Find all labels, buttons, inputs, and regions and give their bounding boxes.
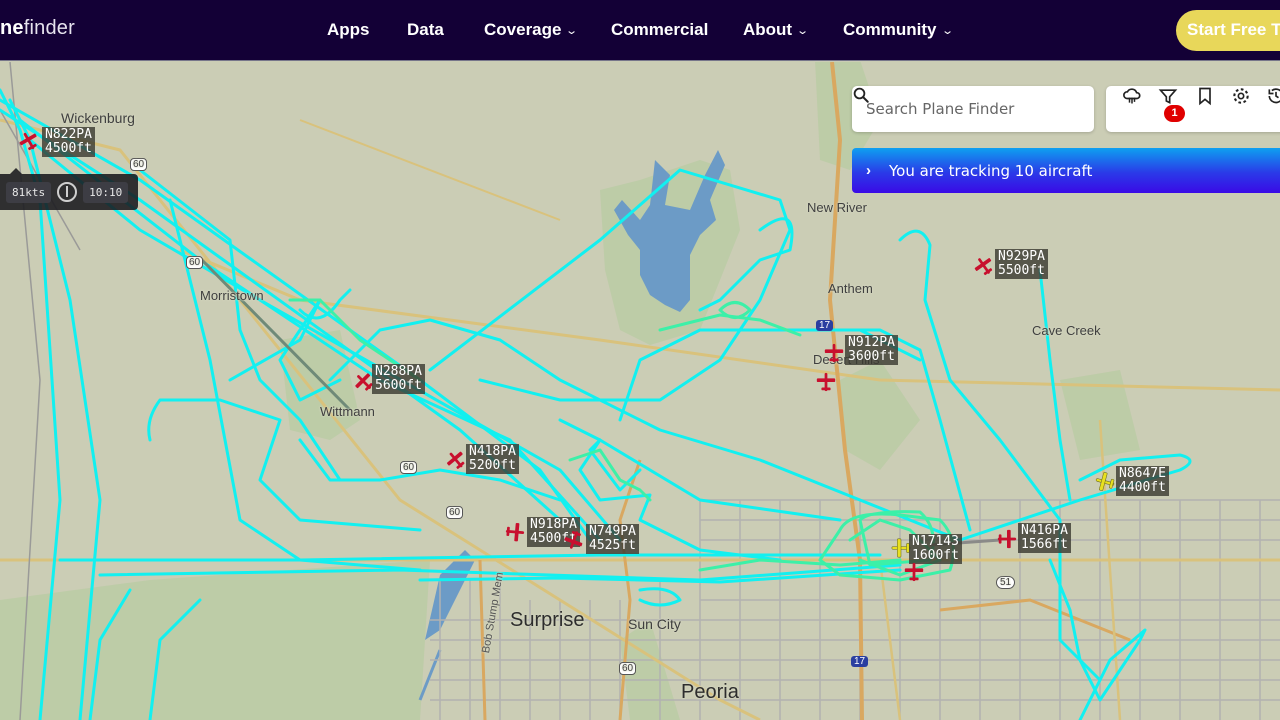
road-shield-60: 60 — [186, 256, 204, 269]
place-new-river: New River — [807, 200, 867, 215]
callsign: N929PA — [998, 249, 1045, 264]
aircraft-icon[interactable] — [973, 255, 995, 277]
altitude: 4500ft — [45, 141, 92, 156]
nav-label: Apps — [327, 20, 370, 39]
filter-count-badge: 1 — [1164, 105, 1185, 122]
aircraft-icon[interactable] — [815, 371, 837, 393]
road-shield-60: 60 — [130, 158, 148, 171]
aircraft-label-n416pa[interactable]: N416PA 1566ft — [1018, 523, 1071, 553]
altitude: 4525ft — [589, 538, 636, 553]
weather-icon[interactable] — [1122, 86, 1142, 106]
search-icon[interactable] — [852, 86, 870, 104]
interstate-shield-17: 17 — [851, 656, 869, 667]
aircraft-label-n8647e[interactable]: N8647E 4400ft — [1116, 466, 1169, 496]
aircraft-icon[interactable] — [1094, 471, 1116, 493]
speed-value: 81kts — [6, 181, 52, 203]
aircraft-label-n418pa[interactable]: N418PA 5200ft — [466, 444, 519, 474]
altitude: 3600ft — [848, 349, 895, 364]
aircraft-icon[interactable] — [504, 521, 526, 543]
logo-bold: ne — [0, 17, 24, 39]
altitude: 1566ft — [1021, 537, 1068, 552]
nav-label: Community — [843, 20, 937, 39]
clock-icon — [57, 182, 78, 202]
history-icon[interactable] — [1266, 86, 1280, 106]
nav-about[interactable]: About ⌄ — [743, 20, 810, 40]
aircraft-label-n288pa[interactable]: N288PA 5600ft — [372, 364, 425, 394]
nav-label: Commercial — [611, 20, 709, 39]
place-wittmann: Wittmann — [320, 404, 375, 419]
chevron-right-icon: › — [866, 162, 871, 179]
logo-rest: finder — [23, 17, 75, 39]
tracking-banner[interactable]: › You are tracking 10 aircraft — [852, 148, 1280, 193]
planefinder-logo[interactable]: nefinder — [0, 17, 75, 40]
tracking-text: You are tracking 10 aircraft — [889, 161, 1093, 180]
road-shield-60: 60 — [400, 461, 418, 474]
nav-label: Data — [407, 20, 444, 39]
callsign: N8647E — [1119, 466, 1166, 481]
river — [425, 550, 475, 640]
callsign: N416PA — [1021, 523, 1068, 538]
place-peoria: Peoria — [681, 681, 739, 703]
nav-data[interactable]: Data — [407, 20, 444, 40]
selected-aircraft-info[interactable]: 81kts 10:10 — [0, 174, 138, 210]
place-surprise: Surprise — [510, 609, 585, 631]
callsign: N288PA — [375, 364, 422, 379]
aircraft-label-n822pa[interactable]: N822PA 4500ft — [42, 127, 95, 157]
altitude: 4400ft — [1119, 480, 1166, 495]
interstate-shield-17: 17 — [816, 320, 834, 331]
chevron-down-icon: ⌄ — [796, 25, 810, 37]
nav-commercial[interactable]: Commercial — [611, 20, 708, 40]
aircraft-icon[interactable] — [445, 449, 467, 471]
callsign: N17143 — [912, 534, 959, 549]
altitude: 5200ft — [469, 458, 516, 473]
callsign: N822PA — [45, 127, 92, 142]
road-shield-60: 60 — [446, 506, 464, 519]
callsign: N912PA — [848, 335, 895, 350]
start-free-trial-button[interactable]: Start Free Trial — [1176, 10, 1280, 51]
nav-label: About — [743, 20, 793, 39]
search-box — [852, 86, 1094, 132]
aircraft-label-n912pa[interactable]: N912PA 3600ft — [845, 335, 898, 365]
nav-community[interactable]: Community ⌄ — [843, 20, 954, 40]
top-navigation: nefinder Apps Data Coverage ⌄ Commercial … — [0, 0, 1280, 61]
altitude: 5500ft — [998, 263, 1045, 278]
road-shield-60: 60 — [619, 662, 637, 675]
nav-label: Coverage — [484, 20, 562, 39]
filter-icon[interactable] — [1158, 86, 1178, 106]
map-toolbar — [1106, 86, 1280, 132]
altitude: 5600ft — [375, 378, 422, 393]
place-morristown: Morristown — [200, 288, 264, 303]
aircraft-label-n749pa[interactable]: N749PA 4525ft — [586, 524, 639, 554]
place-sun-city: Sun City — [628, 616, 681, 632]
aircraft-icon[interactable] — [563, 529, 585, 551]
bookmark-icon[interactable] — [1195, 86, 1215, 106]
aircraft-icon[interactable] — [996, 528, 1018, 550]
nav-apps[interactable]: Apps — [327, 20, 370, 40]
search-input[interactable] — [866, 100, 1080, 118]
aircraft-icon[interactable] — [823, 342, 845, 364]
aircraft-label-n929pa[interactable]: N929PA 5500ft — [995, 249, 1048, 279]
aircraft-label-n17143[interactable]: N17143 1600ft — [909, 534, 962, 564]
aircraft-icon[interactable] — [903, 561, 925, 583]
aircraft-icon[interactable] — [18, 130, 40, 152]
nav-coverage[interactable]: Coverage ⌄ — [484, 20, 579, 40]
place-anthem: Anthem — [828, 281, 873, 296]
place-cave-creek: Cave Creek — [1032, 323, 1101, 338]
flight-map[interactable]: 60 60 60 60 60 17 17 51 Wickenburg Morri… — [0, 62, 1280, 720]
callsign: N418PA — [469, 444, 516, 459]
callsign: N749PA — [589, 524, 636, 539]
time-value: 10:10 — [83, 181, 129, 203]
settings-icon[interactable] — [1231, 86, 1251, 106]
chevron-down-icon: ⌄ — [940, 25, 954, 37]
chevron-down-icon: ⌄ — [565, 25, 579, 37]
place-wickenburg: Wickenburg — [61, 110, 135, 126]
road-shield-51: 51 — [996, 576, 1016, 589]
